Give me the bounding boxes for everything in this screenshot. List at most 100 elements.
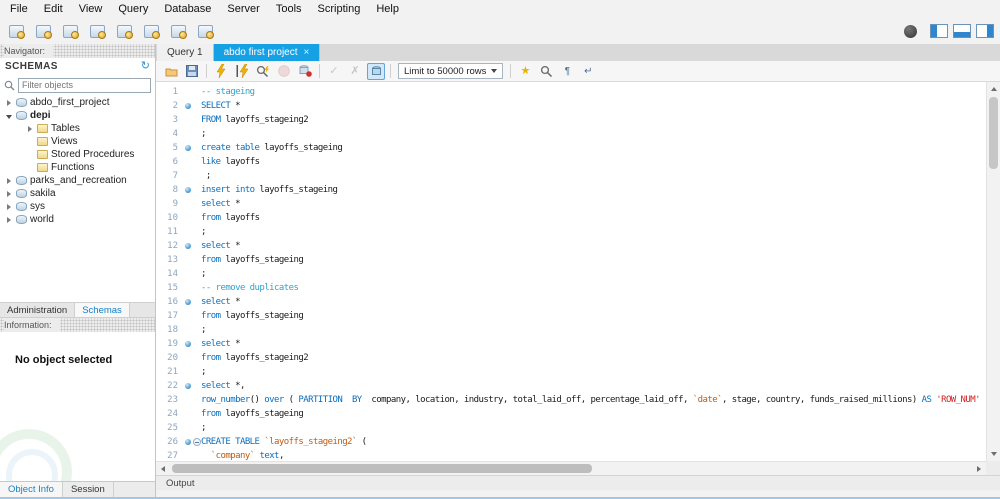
code-text: from layoffs — [201, 213, 260, 223]
wrap-text-button[interactable]: ↵ — [579, 63, 597, 80]
schemas-tab[interactable]: Schemas — [75, 303, 130, 317]
menu-database[interactable]: Database — [156, 3, 219, 15]
expand-right-icon[interactable] — [5, 216, 13, 224]
tree-item-tables[interactable]: Tables — [0, 122, 155, 135]
tree-item-functions[interactable]: Functions — [0, 161, 155, 174]
expand-right-icon[interactable] — [5, 99, 13, 107]
code-line: 23 row_number() over ( PARTITION BY compa… — [156, 393, 986, 407]
sql-editor[interactable]: 1 -- stageing 2 SELECT * 3 FROM layoffs_stage… — [156, 82, 1000, 475]
open-sql-script-button[interactable] — [33, 21, 53, 41]
tree-item-sakila[interactable]: sakila — [0, 187, 155, 200]
code-text: ; — [201, 129, 206, 139]
menu-file[interactable]: File — [2, 3, 36, 15]
toggle-sidebar-button[interactable] — [930, 24, 948, 38]
menu-tools[interactable]: Tools — [268, 3, 310, 15]
expand-right-icon[interactable] — [5, 177, 13, 185]
functions-icon — [37, 163, 48, 172]
tree-item-depi[interactable]: depi — [0, 109, 155, 122]
fold-marker-icon[interactable] — [193, 438, 201, 446]
tree-item-world[interactable]: world — [0, 213, 155, 226]
code-text: from layoffs_stageing — [201, 409, 304, 419]
expand-right-icon[interactable] — [5, 190, 13, 198]
help-icon[interactable] — [904, 24, 917, 38]
stop-on-error-toggle-button[interactable] — [296, 63, 314, 80]
gutter-markers — [182, 435, 201, 449]
new-procedure-button[interactable] — [141, 21, 161, 41]
horizontal-scroll-thumb[interactable] — [172, 464, 592, 473]
new-sql-tab-button[interactable] — [6, 21, 26, 41]
rollback-icon: ✗ — [350, 64, 360, 77]
administration-tab[interactable]: Administration — [0, 303, 76, 317]
menu-query[interactable]: Query — [110, 3, 156, 15]
menu-scripting[interactable]: Scripting — [310, 3, 369, 15]
tree-item-parks-and-recreation[interactable]: parks_and_recreation — [0, 174, 155, 187]
information-header-label: Information: — [4, 318, 60, 332]
vertical-scroll-thumb[interactable] — [989, 97, 998, 169]
line-number: 12 — [167, 241, 178, 251]
limit-rows-dropdown[interactable]: Limit to 50000 rows — [398, 63, 504, 79]
menu-help[interactable]: Help — [368, 3, 407, 15]
new-view-button[interactable] — [114, 21, 134, 41]
code-text: select *, — [201, 381, 245, 391]
menu-edit[interactable]: Edit — [36, 3, 71, 15]
tree-item-views[interactable]: Views — [0, 135, 155, 148]
code-line: 7 ; — [156, 169, 986, 183]
code-line: 26 CREATE TABLE `layoffs_stageing2` ( — [156, 435, 986, 449]
gutter-markers — [182, 141, 201, 155]
code-area[interactable]: 1 -- stageing 2 SELECT * 3 FROM layoffs_stage… — [156, 82, 986, 461]
gutter-markers — [182, 211, 201, 225]
code-text: select * — [201, 199, 241, 209]
scroll-left-icon[interactable] — [161, 466, 165, 472]
new-schema-button[interactable] — [60, 21, 80, 41]
search-table-data-button[interactable] — [195, 21, 215, 41]
refresh-schemas-icon[interactable]: ↻ — [141, 61, 150, 72]
tree-item-sys[interactable]: sys — [0, 200, 155, 213]
execute-query-button[interactable] — [212, 63, 230, 80]
save-script-button[interactable] — [183, 63, 201, 80]
commit-button[interactable]: ✓ — [325, 63, 343, 80]
line-number: 20 — [167, 353, 178, 363]
tree-item-abdo-first-project[interactable]: abdo_first_project — [0, 96, 155, 109]
stop-query-button[interactable] — [275, 63, 293, 80]
toggle-secondary-sidebar-button[interactable] — [976, 24, 994, 38]
autocommit-toggle-button[interactable] — [367, 62, 385, 80]
menu-view[interactable]: View — [71, 3, 111, 15]
statement-marker-icon — [185, 187, 191, 193]
execute-current-statement-button[interactable] — [233, 63, 251, 80]
tree-item-stored-procedures[interactable]: Stored Procedures — [0, 148, 155, 161]
expand-down-icon[interactable] — [5, 112, 13, 120]
toggle-output-area-button[interactable] — [953, 24, 971, 38]
rollback-button[interactable]: ✗ — [346, 63, 364, 80]
filter-objects-input[interactable] — [18, 77, 151, 93]
vertical-scrollbar[interactable] — [986, 82, 1000, 461]
line-number: 15 — [167, 283, 178, 293]
code-text: -- stageing — [201, 87, 255, 97]
output-header[interactable]: Output — [156, 475, 1000, 490]
open-script-button[interactable] — [162, 63, 180, 80]
explain-query-button[interactable] — [254, 63, 272, 80]
close-tab-icon[interactable]: × — [304, 47, 310, 58]
query-tab-query-1[interactable]: Query 1 — [157, 44, 214, 61]
code-text: ; — [201, 227, 206, 237]
expand-right-icon[interactable] — [26, 125, 34, 133]
session-tab[interactable]: Session — [63, 482, 114, 497]
scroll-up-icon[interactable] — [991, 87, 997, 91]
scrollbar-corner — [986, 461, 1000, 475]
object-info-tab[interactable]: Object Info — [0, 482, 63, 497]
beautify-script-button[interactable]: ★ — [516, 63, 534, 80]
horizontal-scrollbar[interactable] — [156, 461, 986, 475]
find-button[interactable] — [537, 63, 555, 80]
statement-marker-icon — [185, 341, 191, 347]
scroll-right-icon[interactable] — [977, 466, 981, 472]
code-text: insert into layoffs_stageing — [201, 185, 338, 195]
gutter-markers — [182, 393, 201, 407]
schema-icon — [16, 98, 27, 107]
toggle-invisibles-button[interactable]: ¶ — [558, 63, 576, 80]
expand-right-icon[interactable] — [5, 203, 13, 211]
code-line: 1 -- stageing — [156, 85, 986, 99]
menu-server[interactable]: Server — [219, 3, 267, 15]
new-table-button[interactable] — [87, 21, 107, 41]
query-tab-abdo-first-project[interactable]: abdo first project × — [213, 44, 321, 61]
scroll-down-icon[interactable] — [991, 452, 997, 456]
new-function-button[interactable] — [168, 21, 188, 41]
